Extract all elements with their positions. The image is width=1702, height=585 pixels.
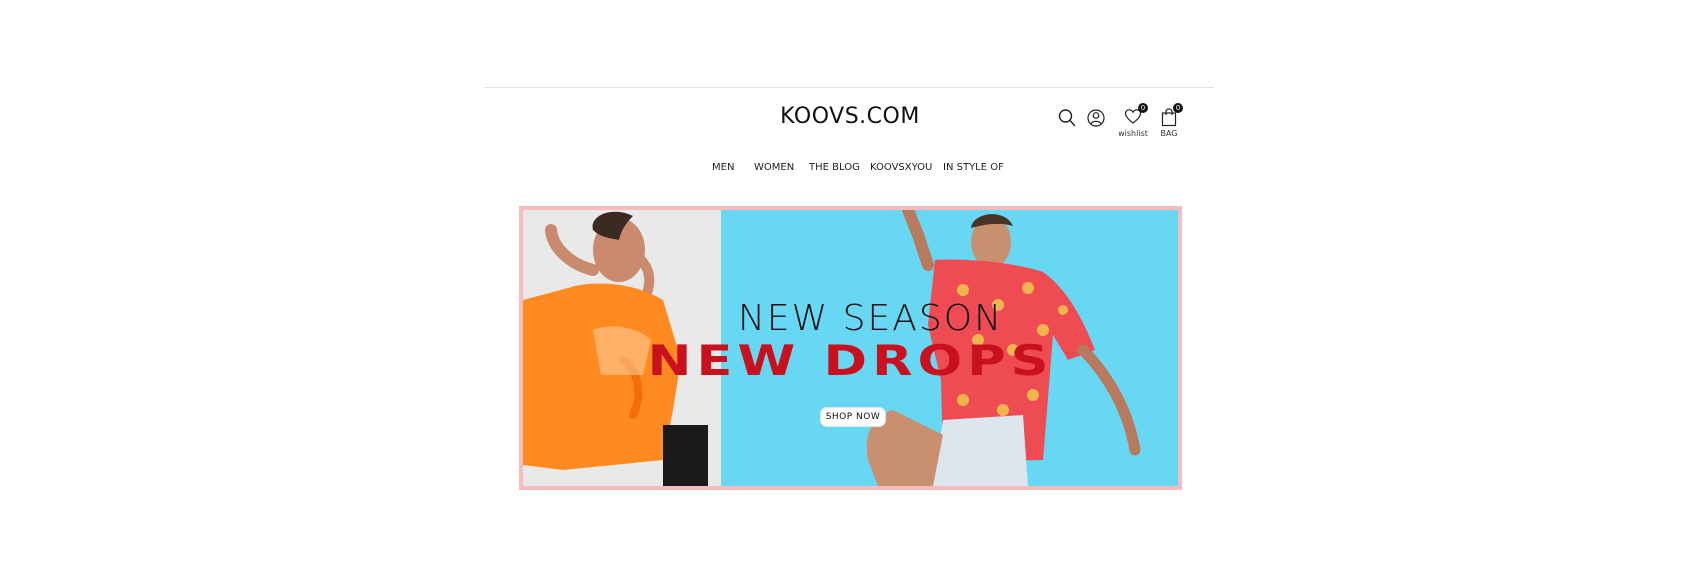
bag-label: BAG xyxy=(1160,129,1178,138)
nav-item-in-style-of[interactable]: IN STYLE OF xyxy=(943,162,1004,173)
user-icon xyxy=(1087,109,1105,127)
bag-count-badge: 0 xyxy=(1173,103,1183,113)
search-icon xyxy=(1058,109,1076,127)
site-logo[interactable]: KOOVS.COM xyxy=(740,104,960,129)
wishlist-button[interactable]: 0 wishlist xyxy=(1118,103,1148,138)
hero-banner[interactable]: NEW SEASON NEW DROPS SHOP NOW xyxy=(519,206,1182,490)
hero-banner-inner: NEW SEASON NEW DROPS SHOP NOW xyxy=(523,210,1178,486)
account-button[interactable] xyxy=(1087,108,1105,128)
nav-item-women[interactable]: WOMEN xyxy=(754,162,794,173)
bag-button[interactable]: 0 BAG xyxy=(1160,103,1183,138)
wishlist-count-badge: 0 xyxy=(1138,103,1148,113)
hero-headline-new-season: NEW SEASON xyxy=(737,298,1004,339)
nav-item-men[interactable]: MEN xyxy=(712,162,734,173)
shop-now-button[interactable]: SHOP NOW xyxy=(821,408,885,426)
nav-item-koovsxyou[interactable]: KOOVSXYOU xyxy=(870,162,932,173)
wishlist-label: wishlist xyxy=(1118,129,1148,138)
hero-headline-new-drops: NEW DROPS xyxy=(647,336,1054,385)
header-divider xyxy=(484,87,1214,88)
page: KOOVS.COM 0 wishlist 0 BAG MEN WOMEN THE… xyxy=(0,0,1702,585)
search-button[interactable] xyxy=(1058,108,1076,128)
main-nav: MEN WOMEN THE BLOG KOOVSXYOU IN STYLE OF xyxy=(0,162,1702,176)
nav-item-the-blog[interactable]: THE BLOG xyxy=(809,162,860,173)
